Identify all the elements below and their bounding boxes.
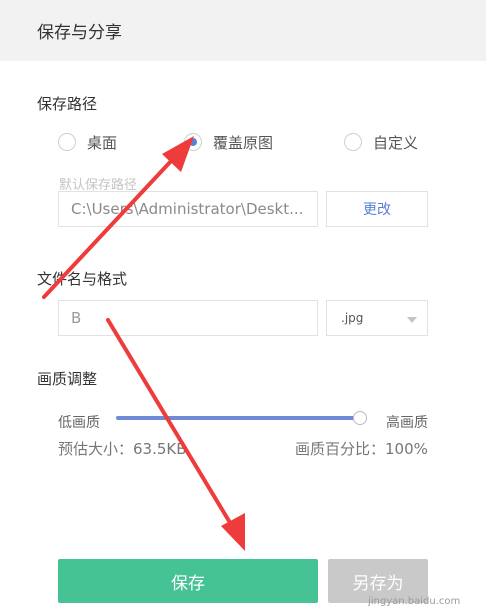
quality-percent-text: 画质百分比：100% <box>295 440 428 458</box>
radio-desktop-label: 桌面 <box>87 133 118 152</box>
radio-custom[interactable]: 自定义 <box>344 131 418 153</box>
quality-slider-track[interactable] <box>116 416 360 420</box>
high-quality-label: 高画质 <box>386 415 428 431</box>
watermark-text: jingyan.baidu.com <box>368 596 461 607</box>
quality-slider-handle[interactable] <box>353 411 367 425</box>
radio-overwrite-label: 覆盖原图 <box>213 133 274 152</box>
radio-desktop[interactable]: 桌面 <box>58 131 117 153</box>
dialog-title: 保存与分享 <box>37 23 122 43</box>
save-button[interactable]: 保存 <box>58 559 318 603</box>
annotation-arrowhead-icon <box>221 513 245 551</box>
dialog-titlebar: 保存与分享 <box>0 0 486 61</box>
low-quality-label: 低画质 <box>58 415 100 431</box>
change-path-button[interactable]: 更改 <box>326 191 428 227</box>
radio-circle-icon <box>344 133 362 151</box>
radio-circle-icon <box>58 133 76 151</box>
filename-input[interactable]: B <box>58 300 318 336</box>
radio-custom-label: 自定义 <box>373 133 419 152</box>
save-share-dialog: 保存与分享 保存路径 桌面 覆盖原图 自定义 默认保存路径 C:\Users\A… <box>0 0 486 614</box>
radio-selected-icon <box>184 133 202 151</box>
quality-label: 画质调整 <box>37 370 98 388</box>
format-select-value: .jpg <box>341 311 364 325</box>
radio-overwrite-original[interactable]: 覆盖原图 <box>184 131 273 153</box>
estimated-size-text: 预估大小：63.5KB <box>58 440 187 458</box>
save-path-label: 保存路径 <box>37 95 98 113</box>
filename-format-label: 文件名与格式 <box>37 270 128 288</box>
save-path-field[interactable]: C:\Users\Administrator\Deskt... <box>58 191 318 227</box>
format-select[interactable]: .jpg <box>326 300 428 336</box>
annotation-arrow-line <box>106 318 234 528</box>
chevron-down-icon <box>407 317 417 323</box>
